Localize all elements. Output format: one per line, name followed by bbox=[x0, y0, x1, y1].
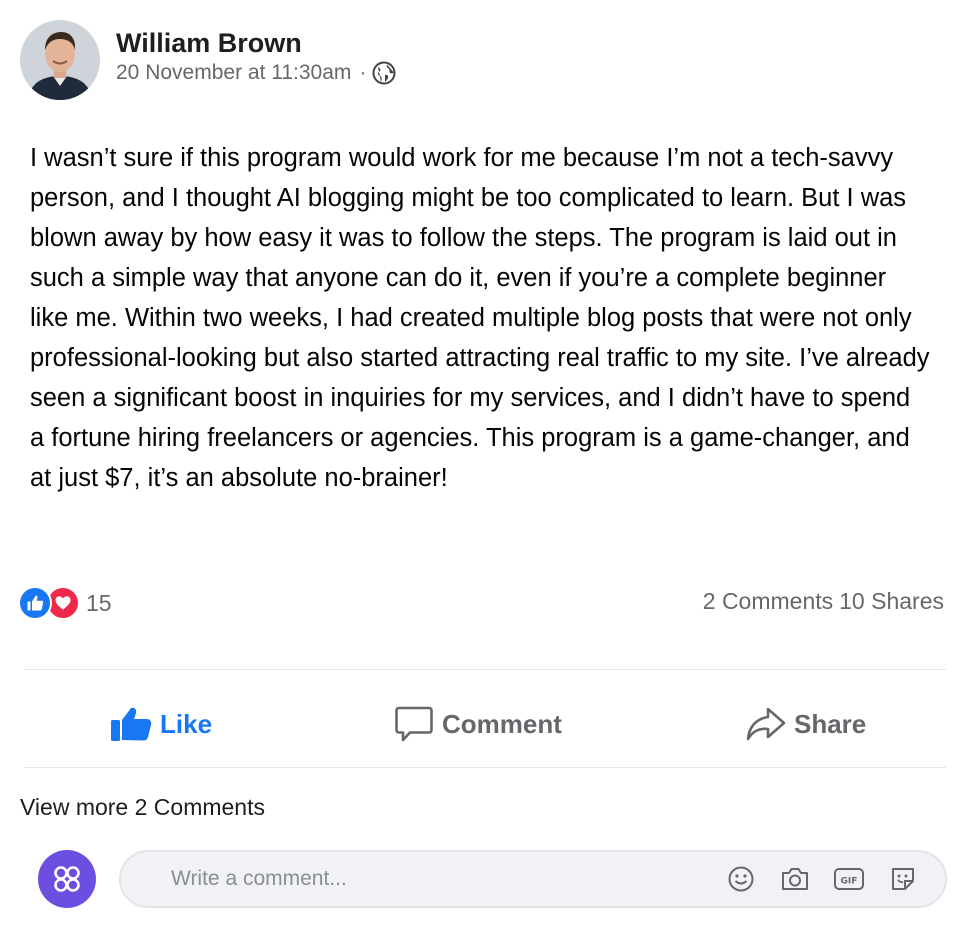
commenter-avatar[interactable] bbox=[38, 850, 96, 908]
engagement-counts: 2 Comments 10 Shares bbox=[703, 588, 944, 615]
comment-label: Comment bbox=[442, 708, 562, 739]
author-avatar[interactable] bbox=[20, 20, 100, 100]
post-body: I wasn’t sure if this program would work… bbox=[30, 144, 930, 492]
reactions-summary[interactable]: 15 bbox=[18, 586, 112, 620]
comment-input[interactable] bbox=[169, 866, 703, 892]
view-more-comments-link[interactable]: View more 2 Comments bbox=[20, 794, 265, 821]
shares-count[interactable]: 10 Shares bbox=[839, 588, 944, 615]
share-arrow-icon bbox=[746, 707, 786, 741]
app-logo-icon bbox=[54, 866, 80, 892]
comment-button[interactable]: Comment bbox=[394, 704, 562, 744]
meta-separator: · bbox=[359, 61, 367, 84]
share-label: Share bbox=[794, 708, 867, 739]
divider bbox=[24, 767, 946, 768]
divider bbox=[24, 669, 946, 670]
thumbs-up-icon bbox=[111, 707, 152, 741]
globe-icon bbox=[372, 61, 396, 85]
gif-icon[interactable]: GIF bbox=[833, 863, 865, 895]
sticker-icon[interactable] bbox=[887, 863, 919, 895]
like-button[interactable]: Like bbox=[110, 706, 212, 742]
svg-text:GIF: GIF bbox=[841, 877, 858, 887]
like-reaction-icon bbox=[18, 586, 52, 620]
author-name[interactable]: William Brown bbox=[116, 28, 302, 59]
post-timestamp[interactable]: 20 November at 11:30am bbox=[116, 61, 351, 85]
share-button[interactable]: Share bbox=[746, 706, 866, 742]
like-label: Like bbox=[160, 708, 213, 739]
post-meta: 20 November at 11:30am · bbox=[116, 61, 396, 85]
reaction-count: 15 bbox=[86, 589, 112, 616]
comment-bubble-icon bbox=[395, 706, 433, 742]
action-bar: Like Comment Share bbox=[0, 690, 970, 764]
emoji-icon[interactable] bbox=[725, 863, 757, 895]
comment-composer: GIF bbox=[119, 850, 947, 908]
comments-count[interactable]: 2 Comments bbox=[703, 588, 833, 615]
camera-icon[interactable] bbox=[779, 863, 811, 895]
